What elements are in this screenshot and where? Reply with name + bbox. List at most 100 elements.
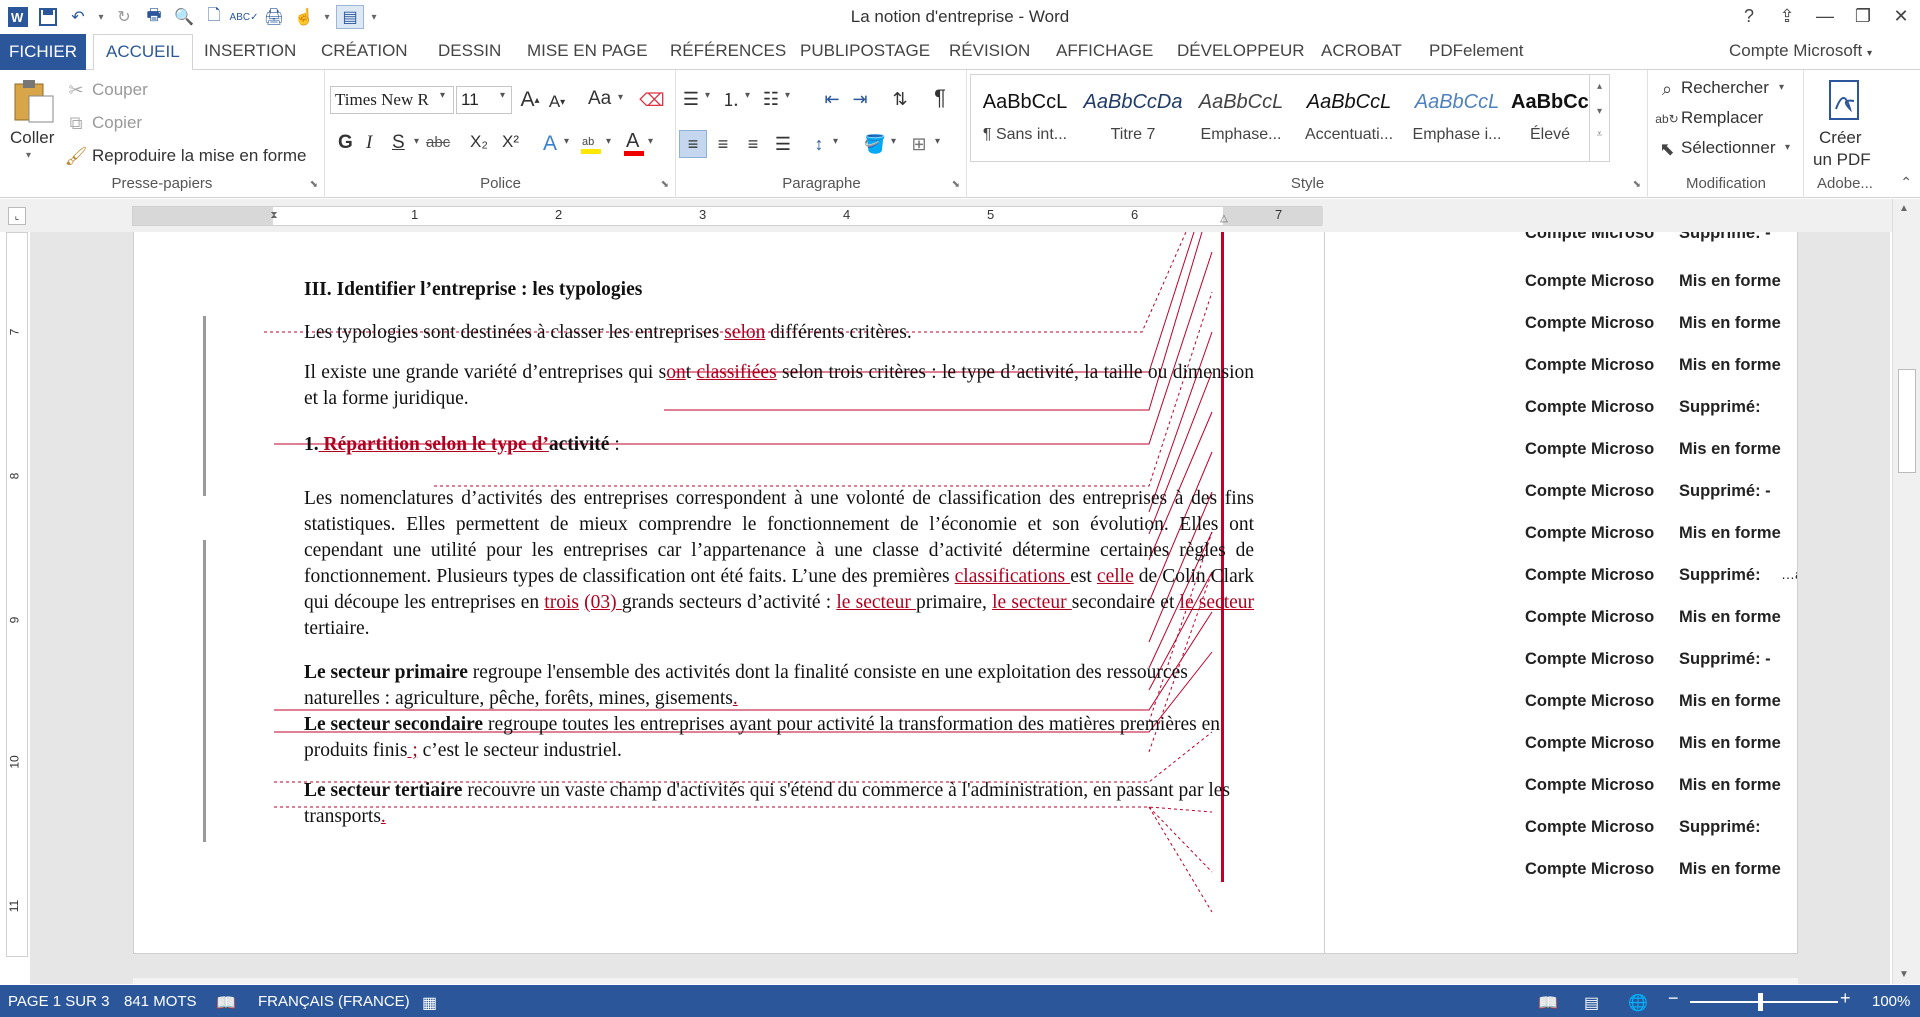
shrink-font-icon[interactable]: A ▾ (546, 88, 568, 116)
paragraph-dialog-launcher-icon[interactable]: ⬊ (952, 179, 960, 190)
zoom-out-icon[interactable]: − (1668, 988, 1679, 1009)
copy-button[interactable]: Copier (92, 113, 142, 133)
highlight-dropdown-icon[interactable]: ▾ (606, 136, 611, 147)
tab-references[interactable]: RÉFÉRENCES (670, 41, 786, 61)
web-layout-view-icon[interactable]: 🌐 (1628, 993, 1648, 1013)
style-titre-7[interactable]: AaBbCcDa Titre 7 (1079, 75, 1187, 161)
restore-button[interactable]: ❐ (1844, 0, 1882, 32)
select-icon[interactable]: ⬉ (1657, 138, 1677, 160)
tab-accueil[interactable]: ACCUEIL (93, 34, 193, 71)
scroll-down-icon[interactable]: ▼ (1899, 969, 1909, 980)
tab-mise-en-page[interactable]: MISE EN PAGE (527, 41, 648, 61)
tab-affichage[interactable]: AFFICHAGE (1056, 41, 1153, 61)
superscript-button[interactable]: X² (502, 132, 519, 152)
gallery-more-icon[interactable]: ⩡ (1590, 129, 1609, 140)
paste-icon[interactable] (10, 78, 56, 124)
word-count[interactable]: 841 MOTS (124, 993, 197, 1010)
page-count[interactable]: PAGE 1 SUR 3 (8, 993, 109, 1010)
gallery-down-icon[interactable]: ▾ (1590, 106, 1609, 117)
style-emphase-intense[interactable]: AaBbCcL Emphase i... (1403, 75, 1511, 161)
style-gallery-scroll[interactable]: ▴ ▾ ⩡ (1589, 75, 1609, 161)
zoom-level[interactable]: 100% (1872, 993, 1910, 1010)
borders-dropdown-icon[interactable]: ▾ (935, 136, 940, 147)
increase-indent-icon[interactable]: ⇥ (847, 86, 873, 112)
clear-formatting-icon[interactable]: ⌫ (639, 86, 664, 114)
select-button[interactable]: Sélectionner (1681, 138, 1776, 158)
read-mode-view-icon[interactable]: 📖 (1538, 993, 1558, 1013)
right-indent-marker-icon[interactable]: △ (1217, 211, 1231, 225)
bold-button[interactable]: G (338, 132, 353, 154)
tab-creation[interactable]: CRÉATION (321, 41, 408, 61)
change-case-dropdown-icon[interactable]: ▾ (618, 92, 623, 103)
underline-dropdown-icon[interactable]: ▾ (414, 136, 419, 147)
multilevel-list-icon[interactable]: ☷ (757, 86, 785, 112)
tab-publipostage[interactable]: PUBLIPOSTAGE (800, 41, 930, 61)
zoom-slider-thumb[interactable] (1758, 993, 1763, 1011)
macro-record-icon[interactable]: ▦ (422, 993, 437, 1013)
account-name[interactable]: Compte Microsoft ▾ (1729, 41, 1872, 61)
copy-icon[interactable]: ⧉ (66, 113, 86, 133)
replace-button[interactable]: Remplacer (1681, 108, 1763, 128)
italic-button[interactable]: I (366, 132, 372, 154)
font-color-dropdown-icon[interactable]: ▾ (648, 136, 653, 147)
tab-revision[interactable]: RÉVISION (949, 41, 1030, 61)
cut-icon[interactable]: ✂ (66, 80, 86, 100)
select-dropdown-icon[interactable]: ▾ (1785, 142, 1790, 153)
subscript-button[interactable]: X₂ (470, 132, 488, 152)
numbering-icon[interactable]: ⒈ (717, 86, 745, 112)
create-pdf-icon[interactable] (1825, 78, 1865, 124)
numbering-dropdown-icon[interactable]: ▾ (745, 90, 750, 101)
horizontal-scrollbar[interactable] (133, 978, 1798, 984)
vertical-scrollbar[interactable]: ▲ ▼ (1892, 199, 1920, 984)
collapse-ribbon-icon[interactable]: ⌃ (1900, 174, 1912, 191)
tab-insertion[interactable]: INSERTION (204, 41, 296, 61)
text-effects-icon[interactable]: A (538, 130, 562, 158)
print-layout-view-icon[interactable]: ▤ (1584, 993, 1599, 1013)
find-icon[interactable]: ⌕ (1657, 78, 1677, 100)
format-painter-button[interactable]: Reproduire la mise en forme (92, 146, 306, 166)
decrease-indent-icon[interactable]: ⇤ (819, 86, 845, 112)
paste-button[interactable]: Coller (10, 128, 54, 148)
indent-marker-icon[interactable]: ⧗ (267, 203, 281, 227)
tab-pdfelement[interactable]: PDFelement (1429, 41, 1523, 61)
scroll-up-icon[interactable]: ▲ (1899, 203, 1909, 214)
tab-developpeur[interactable]: DÉVELOPPEUR (1177, 41, 1305, 61)
font-size-dropdown-icon[interactable]: ▾ (500, 90, 505, 101)
style-accentuation[interactable]: AaBbCcL Accentuati... (1295, 75, 1403, 161)
zoom-slider[interactable] (1690, 1001, 1838, 1003)
proofing-icon[interactable]: 📖 (216, 993, 236, 1013)
bullets-dropdown-icon[interactable]: ▾ (705, 90, 710, 101)
bullets-icon[interactable]: ☰ (677, 86, 705, 112)
strikethrough-button[interactable]: abc (426, 134, 450, 151)
show-formatting-icon[interactable]: ¶ (927, 84, 953, 112)
shading-dropdown-icon[interactable]: ▾ (891, 136, 896, 147)
change-case-button[interactable]: Aa (588, 88, 611, 110)
cut-button[interactable]: Couper (92, 80, 148, 100)
align-right-icon[interactable]: ≡ (739, 130, 767, 158)
create-pdf-label-2[interactable]: un PDF (1813, 150, 1871, 170)
font-dialog-launcher-icon[interactable]: ⬊ (661, 179, 669, 190)
font-color-icon[interactable]: A (622, 128, 646, 158)
justify-icon[interactable]: ☰ (769, 130, 797, 158)
multilevel-dropdown-icon[interactable]: ▾ (785, 90, 790, 101)
styles-dialog-launcher-icon[interactable]: ⬊ (1633, 179, 1641, 190)
borders-icon[interactable]: ⊞ (905, 130, 933, 158)
scroll-thumb[interactable] (1898, 369, 1916, 473)
tab-acrobat[interactable]: ACROBAT (1321, 41, 1402, 61)
font-name-field[interactable]: Times New R (330, 86, 454, 114)
align-center-icon[interactable]: ≡ (709, 130, 737, 158)
create-pdf-label-1[interactable]: Créer (1819, 128, 1862, 148)
font-name-dropdown-icon[interactable]: ▾ (440, 90, 445, 101)
dialog-launcher-icon[interactable]: ⬊ (310, 179, 318, 190)
help-icon[interactable]: ? (1730, 0, 1768, 32)
ribbon-display-icon[interactable]: ⇪ (1768, 0, 1806, 32)
format-painter-icon[interactable]: 🖌 (65, 146, 88, 166)
gallery-up-icon[interactable]: ▴ (1590, 81, 1609, 92)
tab-dessin[interactable]: DESSIN (438, 41, 501, 61)
zoom-in-icon[interactable]: + (1840, 988, 1851, 1009)
find-dropdown-icon[interactable]: ▾ (1779, 82, 1784, 93)
style-emphase-pale[interactable]: AaBbCcL Emphase... (1187, 75, 1295, 161)
align-left-icon[interactable]: ≡ (679, 130, 707, 158)
find-button[interactable]: Rechercher (1681, 78, 1769, 98)
minimize-button[interactable]: — (1806, 0, 1844, 32)
